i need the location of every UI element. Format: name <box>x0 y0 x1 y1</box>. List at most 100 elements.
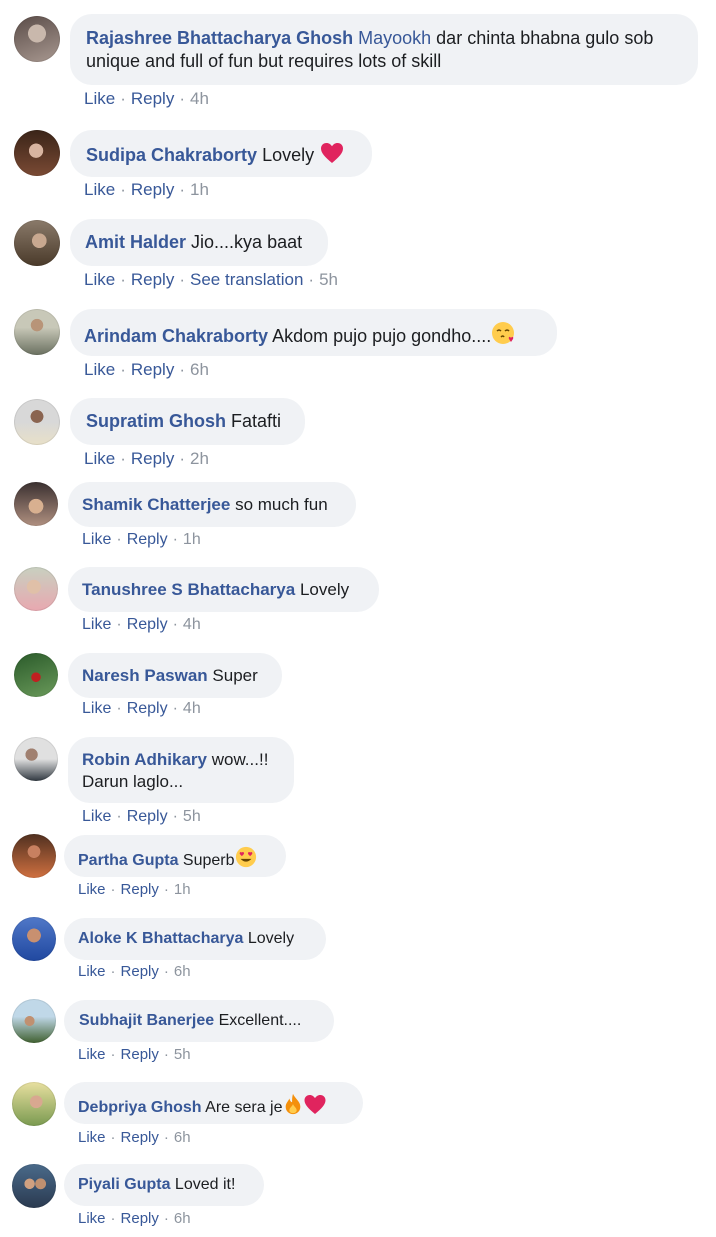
reply-button[interactable]: Reply <box>127 700 168 717</box>
avatar[interactable] <box>12 1164 56 1208</box>
comment-timestamp[interactable]: 6h <box>174 963 191 980</box>
comment-timestamp[interactable]: 5h <box>174 1046 191 1063</box>
comment-timestamp[interactable]: 4h <box>190 89 209 108</box>
comment-text: wow...!! <box>211 750 269 769</box>
comment-timestamp[interactable]: 4h <box>183 700 201 717</box>
avatar[interactable] <box>14 130 60 176</box>
comment-text: Akdom pujo pujo gondho.... <box>272 326 492 346</box>
commenter-name[interactable]: Shamik Chatterjee <box>82 495 230 514</box>
reply-button[interactable]: Reply <box>131 270 174 289</box>
like-button[interactable]: Like <box>82 808 111 825</box>
reply-button[interactable]: Reply <box>131 360 174 379</box>
comment-bubble: Partha Gupta Superb <box>64 835 286 877</box>
avatar[interactable] <box>14 16 60 62</box>
commenter-name[interactable]: Subhajit Banerjee <box>79 1012 214 1029</box>
heart-eyes-face-icon <box>235 846 256 868</box>
comment-text: Lovely <box>262 145 315 165</box>
commenter-name[interactable]: Tanushree S Bhattacharya <box>82 580 295 599</box>
commenter-name[interactable]: Arindam Chakraborty <box>84 326 268 346</box>
comment-timestamp[interactable]: 2h <box>190 449 209 468</box>
comment-timestamp[interactable]: 1h <box>183 531 201 548</box>
reply-button[interactable]: Reply <box>127 531 168 548</box>
comment-timestamp[interactable]: 6h <box>174 1129 191 1146</box>
reply-button[interactable]: Reply <box>127 808 168 825</box>
avatar[interactable] <box>14 653 58 697</box>
reply-button[interactable]: Reply <box>131 449 174 468</box>
comment-timestamp[interactable]: 6h <box>174 1210 191 1227</box>
reply-button[interactable]: Reply <box>131 180 174 199</box>
comment-actions: Like · Reply · 4h <box>82 700 201 717</box>
avatar[interactable] <box>12 834 56 878</box>
comment-timestamp[interactable]: 4h <box>183 616 201 633</box>
reply-button[interactable]: Reply <box>121 1210 159 1227</box>
heart-icon <box>304 1094 326 1115</box>
comment-timestamp[interactable]: 1h <box>190 180 209 199</box>
comment-text: Superb <box>182 852 235 869</box>
like-button[interactable]: Like <box>84 89 115 108</box>
comment-actions: Like · Reply · 1h <box>84 180 209 199</box>
comment-bubble: Robin Adhikary wow...!! Darun laglo... <box>68 737 294 803</box>
commenter-name[interactable]: Naresh Paswan <box>82 666 208 685</box>
reply-button[interactable]: Reply <box>121 1129 159 1146</box>
like-button[interactable]: Like <box>82 616 111 633</box>
avatar[interactable] <box>14 567 58 611</box>
like-button[interactable]: Like <box>84 270 115 289</box>
commenter-name[interactable]: Supratim Ghosh <box>86 411 226 431</box>
comment-timestamp[interactable]: 6h <box>190 360 209 379</box>
comment-actions: Like · Reply · 5h <box>78 1046 191 1063</box>
like-button[interactable]: Like <box>78 1210 106 1227</box>
like-button[interactable]: Like <box>84 449 115 468</box>
commenter-name[interactable]: Partha Gupta <box>78 852 178 869</box>
comment-timestamp[interactable]: 5h <box>183 808 201 825</box>
see-translation-link[interactable]: See translation <box>190 270 303 289</box>
avatar[interactable] <box>14 220 60 266</box>
like-button[interactable]: Like <box>82 700 111 717</box>
commenter-name[interactable]: Aloke K Bhattacharya <box>78 930 243 947</box>
comment-bubble: Rajashree Bhattacharya Ghosh Mayookh dar… <box>70 14 698 85</box>
like-button[interactable]: Like <box>78 881 106 898</box>
avatar[interactable] <box>14 482 58 526</box>
avatar[interactable] <box>14 309 60 355</box>
like-button[interactable]: Like <box>78 963 106 980</box>
comment-actions: Like · Reply · 6h <box>84 360 209 379</box>
comment-actions: Like · Reply · 2h <box>84 449 209 468</box>
like-button[interactable]: Like <box>78 1046 106 1063</box>
commenter-name[interactable]: Amit Halder <box>85 232 186 252</box>
comment-actions: Like · Reply · 4h <box>84 89 209 108</box>
comment-bubble: Arindam Chakraborty Akdom pujo pujo gond… <box>70 309 557 356</box>
comment-actions: Like · Reply · 5h <box>82 808 201 825</box>
commenter-name[interactable]: Rajashree Bhattacharya Ghosh <box>86 28 353 48</box>
commenter-name[interactable]: Sudipa Chakraborty <box>86 145 257 165</box>
avatar[interactable] <box>12 1082 56 1126</box>
like-button[interactable]: Like <box>84 180 115 199</box>
comment-actions: Like · Reply · 1h <box>78 881 191 898</box>
comment-bubble: Debpriya Ghosh Are sera je <box>64 1082 363 1124</box>
reply-button[interactable]: Reply <box>131 89 174 108</box>
comment-bubble: Piyali Gupta Loved it! <box>64 1164 264 1206</box>
comment-actions: Like · Reply · 6h <box>78 1210 191 1227</box>
commenter-name[interactable]: Debpriya Ghosh <box>78 1099 202 1116</box>
mention-link[interactable]: Mayookh <box>358 28 431 48</box>
like-button[interactable]: Like <box>84 360 115 379</box>
comment-timestamp[interactable]: 1h <box>174 881 191 898</box>
reply-button[interactable]: Reply <box>121 1046 159 1063</box>
reply-button[interactable]: Reply <box>121 881 159 898</box>
comment-timestamp[interactable]: 5h <box>319 270 338 289</box>
avatar[interactable] <box>12 999 56 1043</box>
like-button[interactable]: Like <box>78 1129 106 1146</box>
comment-bubble: Shamik Chatterjee so much fun <box>68 482 356 527</box>
commenter-name[interactable]: Robin Adhikary <box>82 750 207 769</box>
avatar[interactable] <box>14 737 58 781</box>
comment-text: Loved it! <box>174 1176 236 1193</box>
avatar[interactable] <box>12 917 56 961</box>
commenter-name[interactable]: Piyali Gupta <box>78 1176 170 1193</box>
reply-button[interactable]: Reply <box>127 616 168 633</box>
comment-bubble: Supratim Ghosh Fatafti <box>70 398 305 445</box>
blowing-kiss-face-icon <box>492 322 515 344</box>
like-button[interactable]: Like <box>82 531 111 548</box>
avatar[interactable] <box>14 399 60 445</box>
comment-text: Are sera je <box>205 1099 283 1116</box>
comment-text: Fatafti <box>231 411 282 431</box>
reply-button[interactable]: Reply <box>121 963 159 980</box>
comment-bubble: Sudipa Chakraborty Lovely <box>70 130 372 177</box>
